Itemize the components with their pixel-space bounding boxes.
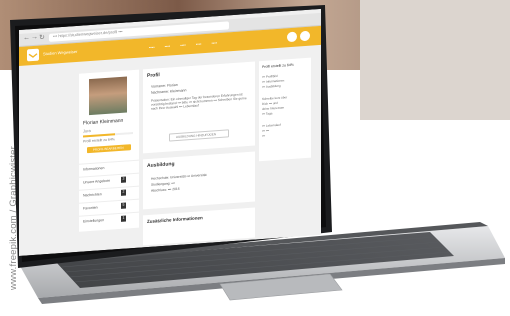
- nav-item[interactable]: ••••: [196, 41, 202, 46]
- notification-icon[interactable]: [300, 30, 310, 42]
- profile-photo: [89, 76, 127, 116]
- profil-heading: Profil: [147, 72, 160, 80]
- progress-panel: Profil erstellt zu 64% ••• Profilbild ••…: [259, 57, 311, 162]
- sidebar-menu: Informationen Unsere Angebote 3 Nachrich…: [79, 159, 139, 229]
- ausbildung-line: Studiengang: •••: [151, 181, 175, 187]
- sidebar-badge: 3: [121, 176, 126, 183]
- sidebar-item-label: Nachrichten: [83, 192, 102, 198]
- profil-line: Nachname: Kleinmann: [151, 88, 187, 95]
- zusatz-section: Zusätzliche Informationen: [143, 207, 255, 246]
- profile-subtitle: Jura: [83, 127, 91, 134]
- back-icon[interactable]: ←: [23, 34, 30, 41]
- add-education-label: AUSBILDUNG HINZUFÜGEN: [176, 132, 217, 140]
- sidebar-item-label: Unsere Angebote: [83, 178, 111, 185]
- profile-progress-label: Profil erstellt zu 64%: [83, 137, 115, 144]
- hint-line: •••: [262, 133, 266, 139]
- sidebar-badge: 5: [121, 202, 126, 209]
- logo-text: Studien Wegweiser: [43, 48, 78, 57]
- user-avatar-icon[interactable]: [287, 31, 297, 43]
- ausbildung-line: Abschluss: ••• 2016: [151, 186, 180, 193]
- hint-line: ••• •••: [262, 128, 270, 134]
- nav-item[interactable]: ••••: [180, 42, 186, 47]
- screen: ← → ↻ ••• https://studienwegweiser.de/pr…: [19, 8, 321, 256]
- profile-name: Florian Kleinmann: [83, 117, 124, 127]
- sidebar-item-label: Einstellungen: [83, 218, 105, 224]
- sidebar-item-label: Informationen: [83, 166, 105, 172]
- main-nav: •••• •••• •••• •••• ••••: [149, 40, 217, 50]
- hint-line: ••• Tage.: [262, 111, 274, 117]
- nav-item[interactable]: ••••: [149, 45, 155, 50]
- ausbildung-section: Ausbildung Hochschule: Universität ••• U…: [143, 151, 255, 210]
- forward-icon[interactable]: →: [31, 34, 38, 41]
- sidebar-badge: 2: [121, 189, 126, 196]
- address-text: ••• https://studienwegweiser.de/profil •…: [53, 28, 123, 39]
- add-education-button[interactable]: AUSBILDUNG HINZUFÜGEN: [169, 129, 229, 142]
- logo-icon[interactable]: [27, 48, 39, 62]
- reload-icon[interactable]: ↻: [39, 33, 45, 41]
- nav-item[interactable]: ••••: [165, 43, 171, 48]
- nav-item[interactable]: ••••: [211, 40, 217, 45]
- profil-text: Präsentation: Ein einmaliger Tag der bes…: [151, 92, 247, 112]
- profil-section: Profil Vorname: Florian Nachname: Kleinm…: [143, 61, 255, 154]
- zusatz-heading: Zusätzliche Informationen: [147, 215, 203, 225]
- sidebar-item[interactable]: Einstellungen 1: [79, 211, 139, 229]
- progress-panel-heading: Profil erstellt zu 64%: [262, 62, 294, 70]
- sidebar-item-label: Favoriten: [83, 205, 98, 211]
- progress-check: ••• Ausbildung: [262, 83, 281, 90]
- edit-profile-button[interactable]: PROFIL BEARBEITEN: [87, 144, 131, 154]
- hint-line: ••• Lebenslauf: [262, 122, 281, 129]
- sidebar-badge: 1: [121, 215, 126, 222]
- ausbildung-heading: Ausbildung: [147, 161, 175, 170]
- profile-card: Florian Kleinmann Jura Profil erstellt z…: [79, 69, 139, 232]
- ausbildung-line: Hochschule: Universität ••• Universität: [151, 172, 207, 181]
- main-content: Profil Vorname: Florian Nachname: Kleinm…: [143, 61, 255, 247]
- edit-profile-button-label: PROFIL BEARBEITEN: [93, 145, 124, 152]
- profil-line: Vorname: Florian: [151, 82, 178, 89]
